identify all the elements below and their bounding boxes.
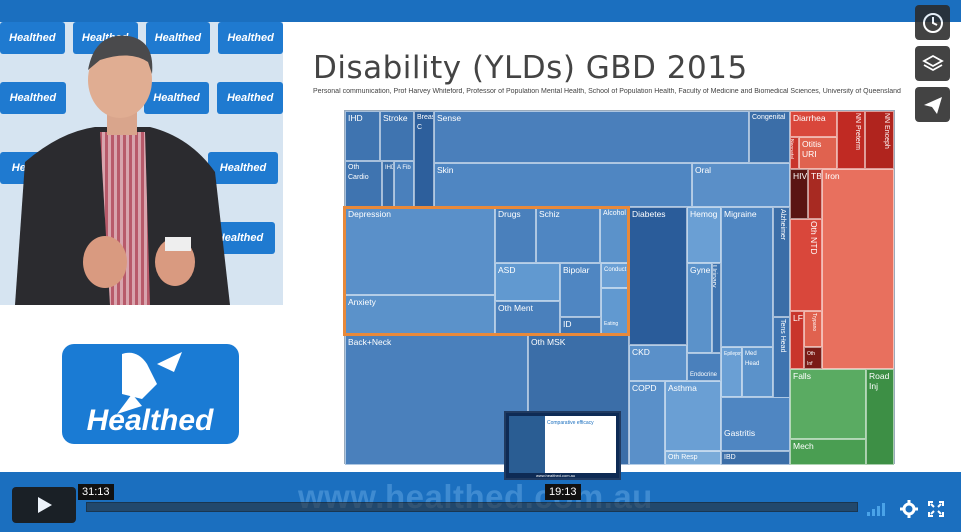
treemap-cell: Alzheimer <box>773 207 790 317</box>
volume-bars-icon <box>867 503 885 516</box>
paper-plane-icon <box>923 96 942 114</box>
thumbnail-url: www.healthed.com.au <box>536 473 576 478</box>
highlight-box-mental <box>343 206 630 336</box>
treemap-cell: Endocrine <box>687 353 721 381</box>
slide-title: Disability (YLDs) GBD 2015 <box>313 50 748 86</box>
treemap-cell: Hemog <box>687 207 721 263</box>
treemap-cell: Med Head <box>742 347 773 397</box>
treemap-cell: Trypano <box>804 311 822 347</box>
treemap-cell: Road Inj <box>866 369 894 465</box>
fullscreen-button[interactable] <box>926 498 946 520</box>
thumbnail-title: Comparative efficacy <box>547 420 594 426</box>
play-button[interactable] <box>12 487 76 523</box>
treemap-cell: Neonatal <box>790 137 799 169</box>
play-icon <box>38 497 52 513</box>
current-time: 31:13 <box>78 484 114 500</box>
clock-icon <box>922 12 943 33</box>
share-button[interactable] <box>915 87 950 122</box>
gear-icon <box>900 500 918 518</box>
treemap-cell: Urinary <box>712 263 721 353</box>
top-band <box>0 0 961 22</box>
treemap-cell: Oral <box>692 163 790 207</box>
treemap-cell: Sense <box>434 111 749 163</box>
treemap-cell: A Fib <box>394 161 414 207</box>
layers-icon <box>921 54 944 71</box>
treemap-cell: Tens Head <box>773 317 790 407</box>
treemap-cell: Gyne <box>687 263 712 353</box>
treemap-cell: NN Enceph <box>865 111 894 169</box>
treemap-cell: HIV <box>790 169 808 219</box>
hover-time: 19:13 <box>545 484 581 500</box>
watch-later-button[interactable] <box>915 5 950 40</box>
scrub-preview-thumbnail: Comparative efficacy www.healthed.com.au <box>504 411 621 480</box>
treemap-cell: COPD <box>629 381 665 465</box>
treemap-cell: Back+Neck <box>345 335 528 465</box>
treemap-cell: Gastritis <box>721 397 790 451</box>
healthed-logo: Healthed <box>62 344 239 444</box>
collections-button[interactable] <box>915 46 950 81</box>
logo-text: Healthed <box>86 404 214 437</box>
treemap-cell: Stroke <box>380 111 414 161</box>
treemap-cell: Skin <box>434 163 692 207</box>
cell-label: Otitis <box>802 139 822 149</box>
treemap-cell: Diabetes <box>629 207 687 345</box>
treemap-cell: Breast C <box>414 111 434 207</box>
treemap-cell: Migraine <box>721 207 773 347</box>
presenter-video: Healthed Healthed Healthed Healthed Heal… <box>0 22 283 305</box>
treemap-cell: Epilepsy <box>721 347 742 397</box>
treemap-cell: Iron <box>822 169 894 369</box>
treemap-cell: NN Preterm <box>837 111 865 169</box>
video-player[interactable]: Healthed Healthed Healthed Healthed Heal… <box>0 0 961 532</box>
treemap-cell: IBD <box>721 451 790 465</box>
volume-button[interactable] <box>866 498 890 520</box>
treemap-cell: Falls <box>790 369 866 439</box>
treemap-cell: CKD <box>629 345 687 381</box>
treemap-cell: Oth Inf <box>804 347 822 369</box>
treemap-cell: Oth Resp <box>665 451 721 465</box>
treemap-cell: TB <box>808 169 822 219</box>
treemap-cell: Oth Cardio <box>345 161 382 207</box>
presenter-figure <box>15 35 230 305</box>
treemap-cell: Asthma <box>665 381 721 451</box>
treemap-cell: Oth NTD <box>790 219 822 311</box>
treemap-cell: IHD <box>382 161 394 207</box>
settings-button[interactable] <box>899 498 919 520</box>
treemap-cell: Congenital <box>749 111 790 163</box>
progress-bar[interactable] <box>86 496 858 514</box>
treemap-cell: Mech <box>790 439 866 465</box>
progress-track[interactable] <box>86 502 858 512</box>
slide-subtitle: Personal communication, Prof Harvey Whit… <box>313 88 901 95</box>
treemap-cell: Diarrhea <box>790 111 837 137</box>
thumbnail-presenter <box>509 416 545 473</box>
treemap-cell: IHD <box>345 111 380 161</box>
fullscreen-icon <box>928 501 944 517</box>
cell-label: URI <box>802 149 817 159</box>
treemap-cell: Otitis URI <box>799 137 837 169</box>
treemap-cell: LF <box>790 311 804 369</box>
